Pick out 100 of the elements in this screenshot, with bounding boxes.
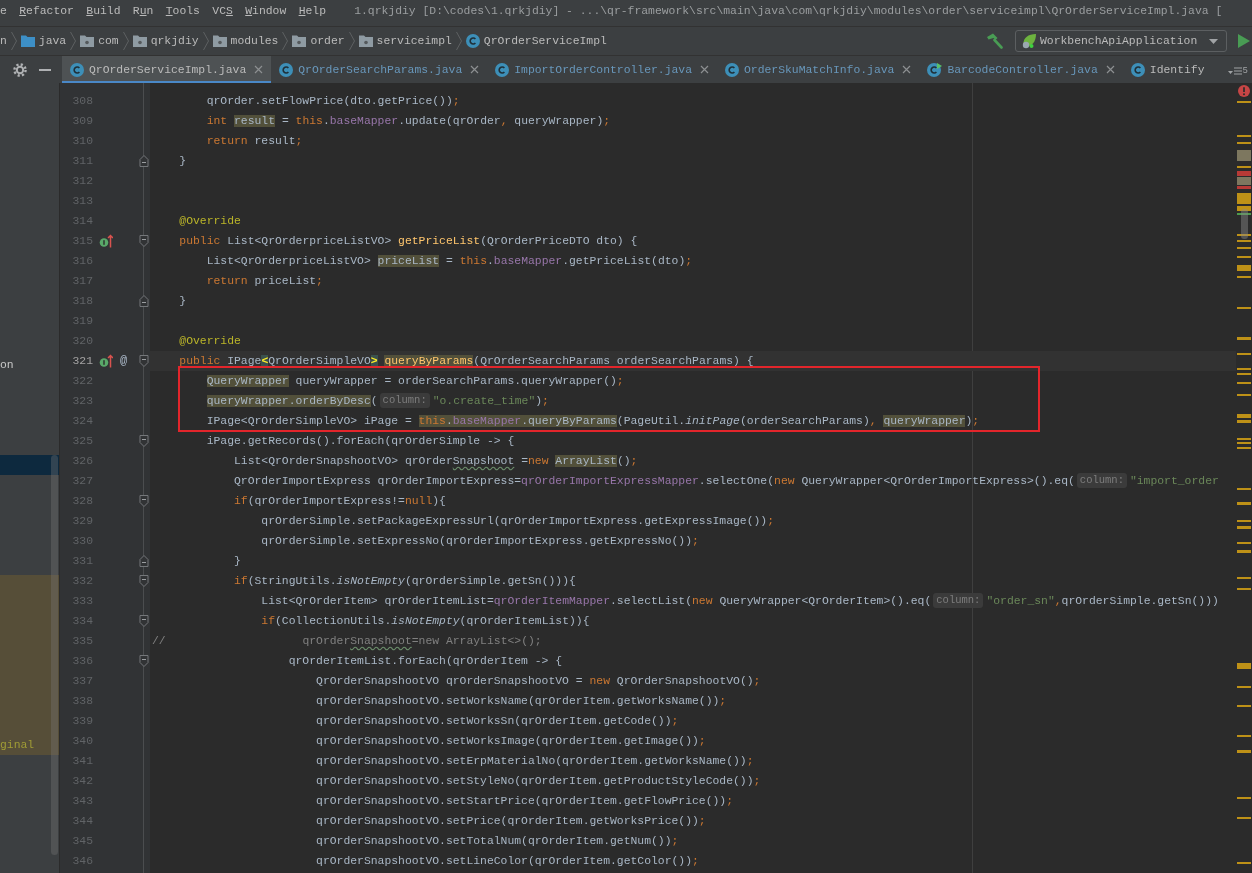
folder-icon (358, 35, 373, 47)
close-icon[interactable] (470, 65, 480, 74)
error-icon[interactable] (1238, 85, 1250, 97)
breadcrumb[interactable]: order (292, 30, 345, 52)
play-icon[interactable] (1238, 34, 1250, 48)
code-line: } (234, 554, 241, 569)
folder-icon (132, 35, 147, 47)
fold-marker-icon[interactable] (138, 655, 149, 667)
code-line: qrOrderSnapshootVO.setErpMaterialNo(qrOrderItem.getWorksName()); (316, 754, 754, 769)
folder-icon (80, 35, 95, 47)
list-icon[interactable] (1227, 66, 1242, 76)
caret-icon (1209, 38, 1218, 44)
fold-marker-icon[interactable] (138, 355, 149, 367)
code-line: QueryWrapper queryWrapper = orderSearchParams.queryWrapper(); (206, 374, 624, 389)
code-line: qrOrderSimple.setPackageExpressUrl(qrOrderImportExpress.getExpressImage()); (261, 514, 775, 529)
code-line: qrOrderSnapshootVO.setLineColor(qrOrderItem.getColor()); (316, 854, 699, 869)
tree-item-label[interactable]: on (0, 355, 14, 375)
breadcrumb[interactable]: java (20, 30, 67, 52)
close-icon[interactable] (700, 65, 709, 74)
code-line: List<QrOrderSnapshootVO> qrOrderSnapshoot =new ArrayList(); (234, 454, 638, 469)
code-line: } (179, 154, 187, 169)
tree-item-label[interactable]: ginal (0, 735, 35, 755)
editor-tab[interactable]: ImportOrderController.java (487, 56, 717, 83)
menu-item[interactable]: Tools (159, 0, 207, 22)
chevron-icon (122, 31, 129, 51)
code-line: return result; (206, 134, 303, 149)
menu-item[interactable]: Build (80, 0, 127, 22)
code-line: List<QrOrderpriceListVO> priceList = this.baseMapper.getPriceList(dto); (206, 254, 693, 269)
at-sign-icon[interactable]: @ (120, 354, 128, 368)
minus-icon[interactable] (39, 68, 51, 71)
hidden-tab-count: 5 (1242, 67, 1248, 76)
editor-tab[interactable]: Identify (1122, 56, 1213, 83)
hammer-icon[interactable] (985, 32, 1003, 50)
chevron-icon (282, 31, 289, 51)
breadcrumb[interactable]: com (80, 30, 119, 52)
code-line: QrOrderSnapshootVO qrOrderSnapshootVO = new QrOrderSnapshootVO(); (316, 674, 761, 689)
editor-tab[interactable]: QrOrderSearchParams.java (271, 56, 488, 83)
editor-tab[interactable]: QrOrderServiceImpl.java (62, 56, 272, 83)
code-line: public List<QrOrderpriceListVO> getPriceList(QrOrderPriceDTO dto) { (179, 234, 638, 249)
code-line: // qrOrderSnapshoot=new ArrayList<>(); (152, 634, 542, 649)
breadcrumb[interactable]: qrkjdiy (132, 30, 199, 52)
code-line: qrOrderSnapshootVO.setWorksImage(qrOrderItem.getImage()); (316, 734, 706, 749)
code-line: qrOrderSimple.setExpressNo(qrOrderImportExpress.getExpressNo()); (261, 534, 699, 549)
code-line: qrOrderSnapshootVO.setStyleNo(qrOrderItem.getProductStyleCode()); (316, 774, 761, 789)
code-line: @Override (179, 334, 241, 349)
scrollbar-thumb[interactable] (51, 455, 58, 855)
menu-item[interactable]: Window (239, 0, 293, 22)
close-icon[interactable] (1105, 65, 1115, 74)
menu-item[interactable]: Run (126, 0, 160, 22)
code-line: qrOrderItemList.forEach(qrOrderItem -> { (288, 654, 563, 669)
code-line: QrOrderImportExpress qrOrderImportExpress=qrOrderImportExpressMapper.selectOne(new QueryWrapper<QrOrderImportExpress>().eq( column: "import_order (234, 472, 1219, 490)
code-line: return priceList; (206, 274, 323, 289)
chevron-icon (455, 31, 462, 51)
close-icon[interactable] (902, 65, 912, 74)
breadcrumb[interactable]: QrOrderServiceImpl (465, 30, 607, 52)
breadcrumb[interactable]: n (0, 30, 7, 52)
code-line: @Override (179, 214, 241, 229)
editor-tab[interactable]: BarcodeController.java (919, 56, 1123, 83)
folder-icon (20, 35, 35, 47)
fold-marker-icon[interactable] (138, 555, 149, 567)
c-circle-icon (465, 34, 480, 48)
code-line: qrOrder.setFlowPrice(dto.getPrice()); (206, 94, 460, 109)
code-line: qrOrderSnapshootVO.setPrice(qrOrderItem.getWorksPrice()); (316, 814, 706, 829)
code-line: qrOrderSnapshootVO.setWorksSn(qrOrderItem.getCode()); (316, 714, 679, 729)
close-icon[interactable] (254, 65, 264, 74)
menu-item[interactable]: Refactor (13, 0, 81, 22)
settings-icon[interactable] (13, 62, 27, 77)
code-line: iPage.getRecords().forEach(qrOrderSimple -> { (206, 434, 515, 449)
window-title: 1.qrkjdiy [D:\codes\1.qrkjdiy] - ...\qr-framework\src\main\java\com\qrkjdiy\modules\order\serviceimpl\QrOrderServiceImpl.java [ (354, 4, 1223, 19)
editor-tab[interactable]: OrderSkuMatchInfo.java (717, 56, 920, 83)
fold-marker-icon[interactable] (138, 575, 149, 587)
code-line: public IPage<QrOrderSimpleVO> queryByParams(QrOrderSearchParams orderSearchParams) { (179, 354, 754, 369)
folder-icon (212, 35, 227, 47)
run-configuration-dropdown[interactable]: WorkbenchApiApplication (1015, 30, 1227, 52)
code-line: IPage<QrOrderSimpleVO> iPage = this.baseMapper.queryByParams(PageUtil.initPage(orderSearchParams), queryWrapper); (206, 414, 980, 429)
menu-item[interactable]: VCS (206, 0, 240, 22)
breadcrumb[interactable]: modules (212, 30, 279, 52)
fold-marker-icon[interactable] (138, 435, 149, 447)
menu-item[interactable]: Help (292, 0, 333, 22)
code-line: List<QrOrderItem> qrOrderItemList=qrOrderItemMapper.selectList(new QueryWrapper<QrOrderItem>().eq( column: "order_sn",qrOrderSimple.getSn())) (261, 592, 1219, 610)
code-line: int result = this.baseMapper.update(qrOrder, queryWrapper); (206, 114, 611, 129)
tree-row[interactable]: ginal (0, 735, 59, 755)
code-line: if(qrOrderImportExpress!=null){ (234, 494, 446, 509)
fold-marker-icon[interactable] (138, 295, 149, 307)
code-line: qrOrderSnapshootVO.setWorksName(qrOrderItem.getWorksName()); (316, 694, 727, 709)
breadcrumb[interactable]: serviceimpl (358, 30, 452, 52)
code-line: } (179, 294, 187, 309)
leaf-icon (1021, 33, 1037, 49)
fold-marker-icon[interactable] (138, 495, 149, 507)
code-line: if(StringUtils.isNotEmpty(qrOrderSimple.getSn())){ (234, 574, 576, 589)
chevron-icon (348, 31, 355, 51)
code-line: if(CollectionUtils.isNotEmpty(qrOrderItemList)){ (261, 614, 590, 629)
fold-marker-icon[interactable] (138, 155, 149, 167)
up-arrow-circle-icon[interactable] (99, 354, 113, 368)
chevron-icon (70, 31, 77, 51)
menu-item[interactable]: e (0, 0, 14, 22)
fold-marker-icon[interactable] (138, 615, 149, 627)
chevron-icon (10, 31, 17, 51)
up-arrow-circle-icon[interactable] (99, 234, 113, 248)
fold-marker-icon[interactable] (138, 235, 149, 247)
